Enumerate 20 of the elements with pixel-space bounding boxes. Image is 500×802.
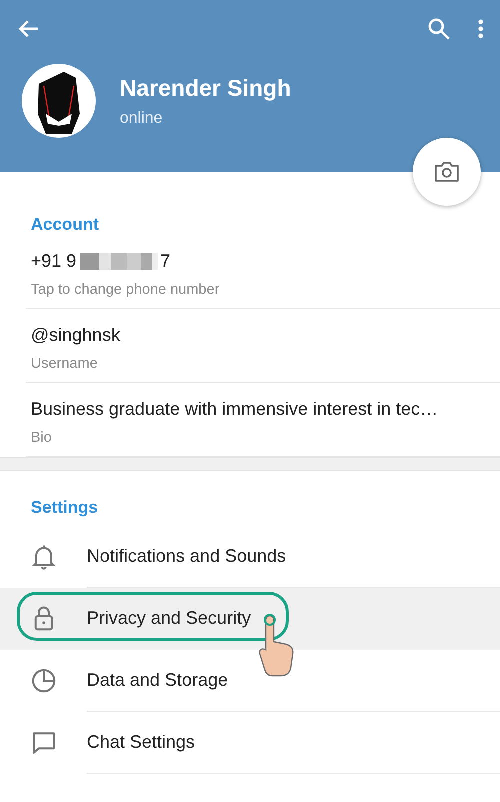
field-label: Username [31, 356, 99, 372]
field-value[interactable]: @singhnsk [31, 325, 120, 346]
section-title: Settings [30, 497, 100, 519]
back-arrow-icon[interactable] [18, 18, 40, 40]
avatar[interactable] [22, 64, 96, 138]
profile-name: Narender Singh [120, 74, 292, 102]
camera-button[interactable] [413, 138, 481, 206]
more-options-icon[interactable] [478, 19, 484, 39]
settings-item[interactable]: Privacy and Security [0, 588, 500, 650]
settings-item[interactable]: Chat Settings [0, 712, 500, 774]
section-title: Account [30, 214, 100, 235]
search-icon[interactable] [428, 18, 450, 40]
field-value[interactable]: Business graduate with immensive interest in tec… [31, 399, 438, 420]
phone-number[interactable]: +91 9 [31, 251, 77, 272]
camera-icon [434, 161, 460, 183]
online-status: online [120, 110, 164, 128]
settings-item[interactable]: Data and Storage [0, 650, 500, 712]
field-label: Tap to change phone number [31, 282, 221, 298]
phone-number[interactable]: 7 [160, 251, 171, 272]
field-label: Bio [31, 430, 53, 446]
